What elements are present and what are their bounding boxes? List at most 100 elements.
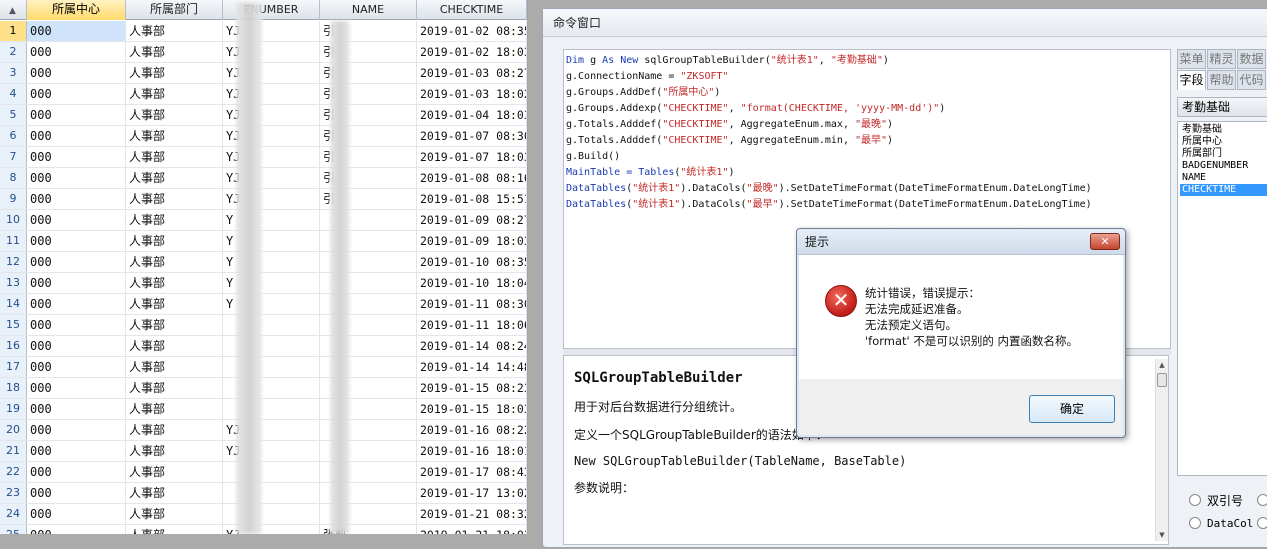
cell-department[interactable]: 人事部 [126, 315, 223, 335]
row-number[interactable]: 9 [0, 189, 27, 209]
row-number[interactable]: 8 [0, 168, 27, 188]
cell-center[interactable]: 000 [27, 336, 126, 356]
cell-center[interactable]: 000 [27, 525, 126, 534]
table-row[interactable]: 19 000 人事部 2019-01-15 18:03 [0, 399, 527, 420]
scroll-down-icon[interactable]: ▼ [1156, 529, 1168, 541]
cell-center[interactable]: 000 [27, 231, 126, 251]
cell-department[interactable]: 人事部 [126, 147, 223, 167]
table-row[interactable]: 4 000 人事部 YJ 引 2019-01-03 18:02 [0, 84, 527, 105]
field-item[interactable]: 所属中心 [1180, 136, 1267, 148]
cell-center[interactable]: 000 [27, 210, 126, 230]
scroll-up-icon[interactable]: ▲ [1156, 359, 1168, 371]
column-header-name[interactable]: NAME [320, 0, 417, 20]
row-number[interactable]: 19 [0, 399, 27, 419]
row-number[interactable]: 13 [0, 273, 27, 293]
cell-center[interactable]: 000 [27, 126, 126, 146]
cell-department[interactable]: 人事部 [126, 84, 223, 104]
cell-checktime[interactable]: 2019-01-07 18:03 [417, 147, 527, 167]
row-number[interactable]: 16 [0, 336, 27, 356]
data-grid[interactable]: ▲ 所属中心 所属部门 ENUMBER NAME CHECKTIME 1 000 人… [0, 0, 528, 534]
cell-department[interactable]: 人事部 [126, 21, 223, 41]
table-row[interactable]: 9 000 人事部 YJ 引 2019-01-08 15:51 [0, 189, 527, 210]
cell-center[interactable]: 000 [27, 441, 126, 461]
row-number[interactable]: 25 [0, 525, 27, 534]
field-item[interactable]: 考勤基础 [1180, 124, 1267, 136]
radio-double-quote[interactable]: 双引号 [1189, 492, 1243, 508]
cell-department[interactable]: 人事部 [126, 441, 223, 461]
cell-department[interactable]: 人事部 [126, 336, 223, 356]
cell-center[interactable]: 000 [27, 378, 126, 398]
row-number[interactable]: 10 [0, 210, 27, 230]
cell-checktime[interactable]: 2019-01-09 18:03 [417, 231, 527, 251]
row-number[interactable]: 4 [0, 84, 27, 104]
cell-center[interactable]: 000 [27, 294, 126, 314]
row-number[interactable]: 18 [0, 378, 27, 398]
cell-department[interactable]: 人事部 [126, 168, 223, 188]
cell-center[interactable]: 000 [27, 357, 126, 377]
cell-department[interactable]: 人事部 [126, 105, 223, 125]
cell-center[interactable]: 000 [27, 462, 126, 482]
row-number[interactable]: 21 [0, 441, 27, 461]
cell-checktime[interactable]: 2019-01-16 18:01 [417, 441, 527, 461]
cell-department[interactable]: 人事部 [126, 252, 223, 272]
cell-department[interactable]: 人事部 [126, 210, 223, 230]
field-item[interactable]: 所属部门 [1180, 148, 1267, 160]
cell-department[interactable]: 人事部 [126, 42, 223, 62]
cell-center[interactable]: 000 [27, 315, 126, 335]
column-header-checktime[interactable]: CHECKTIME [417, 0, 527, 20]
cell-checktime[interactable]: 2019-01-10 08:35 [417, 252, 527, 272]
cell-center[interactable]: 000 [27, 84, 126, 104]
cell-checktime[interactable]: 2019-01-17 13:02 [417, 483, 527, 503]
row-number[interactable]: 11 [0, 231, 27, 251]
row-number[interactable]: 12 [0, 252, 27, 272]
field-item[interactable]: CHECKTIME [1180, 184, 1267, 196]
table-select[interactable]: 考勤基础 [1177, 97, 1267, 117]
scroll-thumb[interactable] [1157, 373, 1167, 387]
table-row[interactable]: 13 000 人事部 Y 2019-01-10 18:04 [0, 273, 527, 294]
row-number[interactable]: 20 [0, 420, 27, 440]
table-row[interactable]: 18 000 人事部 2019-01-15 08:23 [0, 378, 527, 399]
cell-checktime[interactable]: 2019-01-02 18:03 [417, 42, 527, 62]
cell-center[interactable]: 000 [27, 189, 126, 209]
table-row[interactable]: 21 000 人事部 YJ 2019-01-16 18:01 [0, 441, 527, 462]
cell-checktime[interactable]: 2019-01-14 14:48 [417, 357, 527, 377]
cell-checktime[interactable]: 2019-01-08 15:51 [417, 189, 527, 209]
tab-data[interactable]: 数据 [1237, 49, 1266, 69]
column-header-department[interactable]: 所属部门 [126, 0, 223, 20]
grid-corner[interactable]: ▲ [0, 0, 27, 20]
cell-department[interactable]: 人事部 [126, 294, 223, 314]
cell-checktime[interactable]: 2019-01-16 08:22 [417, 420, 527, 440]
cell-center[interactable]: 000 [27, 399, 126, 419]
cell-checktime[interactable]: 2019-01-07 08:30 [417, 126, 527, 146]
row-number[interactable]: 3 [0, 63, 27, 83]
table-row[interactable]: 20 000 人事部 YJ 2019-01-16 08:22 [0, 420, 527, 441]
table-row[interactable]: 5 000 人事部 YJ 引 2019-01-04 18:03 [0, 105, 527, 126]
cell-center[interactable]: 000 [27, 420, 126, 440]
cell-checktime[interactable]: 2019-01-11 08:30 [417, 294, 527, 314]
tab-fields[interactable]: 字段 [1177, 70, 1206, 90]
table-row[interactable]: 2 000 人事部 YJ 引 2019-01-02 18:03 [0, 42, 527, 63]
cell-department[interactable]: 人事部 [126, 420, 223, 440]
cell-checktime[interactable]: 2019-01-10 18:04 [417, 273, 527, 293]
field-item[interactable]: NAME [1180, 172, 1267, 184]
row-number[interactable]: 23 [0, 483, 27, 503]
cell-checktime[interactable]: 2019-01-21 08:32 [417, 504, 527, 524]
cell-department[interactable]: 人事部 [126, 504, 223, 524]
cell-checktime[interactable]: 2019-01-04 18:03 [417, 105, 527, 125]
cell-department[interactable]: 人事部 [126, 462, 223, 482]
table-row[interactable]: 16 000 人事部 2019-01-14 08:24 [0, 336, 527, 357]
cell-department[interactable]: 人事部 [126, 231, 223, 251]
cell-department[interactable]: 人事部 [126, 189, 223, 209]
row-number[interactable]: 2 [0, 42, 27, 62]
table-row[interactable]: 7 000 人事部 YJ 引 2019-01-07 18:03 [0, 147, 527, 168]
table-row[interactable]: 8 000 人事部 YJ 引 2019-01-08 08:16 [0, 168, 527, 189]
cell-center[interactable]: 000 [27, 105, 126, 125]
cell-checktime[interactable]: 2019-01-03 18:02 [417, 84, 527, 104]
cell-department[interactable]: 人事部 [126, 525, 223, 534]
table-row[interactable]: 6 000 人事部 YJ 引 2019-01-07 08:30 [0, 126, 527, 147]
row-number[interactable]: 7 [0, 147, 27, 167]
table-row[interactable]: 3 000 人事部 YJ 引 2019-01-03 08:27 [0, 63, 527, 84]
table-row[interactable]: 1 000 人事部 YJ 引 2019-01-02 08:35 [0, 21, 527, 42]
cell-center[interactable]: 000 [27, 504, 126, 524]
cell-department[interactable]: 人事部 [126, 399, 223, 419]
